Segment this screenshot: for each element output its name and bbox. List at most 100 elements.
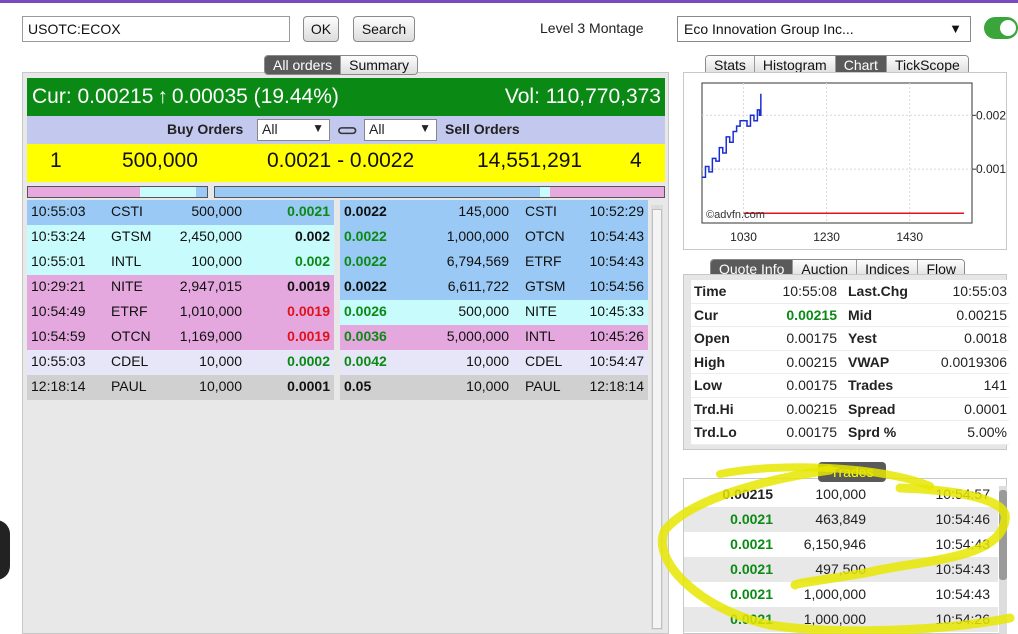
buy-order-row[interactable]: 10:55:03 CSTI 500,000 0.0021: [27, 200, 334, 225]
trade-price: 0.0021: [730, 561, 773, 577]
price-chart: 1030 1230 1430 0.002 0.001 ©advfn.com: [701, 82, 1006, 244]
trade-time: 10:54:43: [935, 561, 991, 577]
quote-value: 0.0001: [964, 400, 1007, 417]
quote-info-row: Low 0.00175 Trades 141: [691, 374, 1009, 398]
quote-info-table: Time 10:55:08 Last.Chg 10:55:03 Cur 0.00215 Mi…: [691, 280, 1009, 445]
x-tick-label: 1030: [730, 230, 757, 244]
sell-order-row[interactable]: 0.05 10,000 PAUL 12:18:14: [340, 375, 648, 400]
buy-filter-select[interactable]: All ▼: [257, 119, 330, 141]
chevron-down-icon: ▼: [419, 121, 431, 135]
trade-time: 10:54:43: [935, 536, 991, 552]
live-toggle[interactable]: [984, 17, 1018, 39]
x-tick-label: 1230: [813, 230, 840, 244]
sell-order-row[interactable]: 0.0022 145,000 CSTI 10:52:29: [340, 200, 648, 225]
quote-value: 0.0019306: [940, 353, 1007, 370]
quote-label: Low: [694, 377, 722, 393]
buy-order-row[interactable]: 10:55:01 INTL 100,000 0.002: [27, 250, 334, 275]
scrollbar-thumb[interactable]: [652, 209, 662, 629]
market-maker: OTCN: [525, 228, 565, 244]
volume: Vol: 110,770,373: [504, 85, 661, 108]
order-time: 10:55:01: [31, 253, 86, 269]
quote-value: 0.00175: [786, 377, 837, 393]
trade-row: 0.0021 497,500 10:54:43: [684, 557, 998, 582]
sell-depth-segment: [550, 187, 664, 197]
buy-order-row[interactable]: 12:18:14 PAUL 10,000 0.0001: [27, 375, 334, 400]
order-size: 2,947,015: [179, 278, 242, 294]
current-price-bar: Cur: 0.00215 ↑ 0.00035 (19.44%) Vol: 110,7…: [27, 78, 665, 116]
sell-order-row[interactable]: 0.0026 500,000 NITE 10:45:33: [340, 300, 648, 325]
quote-value: 0.00215: [786, 400, 837, 417]
market-maker: NITE: [525, 303, 557, 319]
market-maker: GTSM: [525, 278, 566, 294]
toggle-knob: [1000, 20, 1016, 36]
buy-order-row[interactable]: 10:54:49 ETRF 1,010,000 0.0019: [27, 300, 334, 325]
order-price: 0.0019: [287, 328, 330, 344]
company-select[interactable]: Eco Innovation Group Inc... ▼: [677, 16, 971, 42]
market-maker: INTL: [525, 328, 556, 344]
window-top-border: [0, 0, 1018, 3]
link-icon[interactable]: ⊂⊃: [337, 122, 358, 139]
buy-order-row[interactable]: 10:53:24 GTSM 2,450,000 0.002: [27, 225, 334, 250]
quote-info-row: Open 0.00175 Yest 0.0018: [691, 327, 1009, 351]
trade-row: 0.00215 100,000 10:54:57: [684, 482, 998, 507]
buy-order-row[interactable]: 10:55:03 CDEL 10,000 0.0002: [27, 350, 334, 375]
montage-label: Level 3 Montage: [540, 20, 644, 36]
arrow-up-icon: ↑: [157, 85, 168, 108]
quote-label: Open: [694, 330, 730, 346]
price-change: 0.00035 (19.44%): [171, 85, 339, 108]
quote-value: 0.00175: [786, 330, 837, 346]
search-button[interactable]: Search: [353, 16, 415, 42]
sell-order-row[interactable]: 0.0042 10,000 CDEL 10:54:47: [340, 350, 648, 375]
order-book-scrollbar[interactable]: [651, 205, 663, 630]
chevron-down-icon: ▼: [949, 21, 962, 36]
trade-price: 0.0021: [730, 536, 773, 552]
buy-order-row[interactable]: 10:29:21 NITE 2,947,015 0.0019: [27, 275, 334, 300]
sell-order-row[interactable]: 0.0036 5,000,000 INTL 10:45:26: [340, 325, 648, 350]
order-size: 5,000,000: [446, 328, 509, 344]
quote-label: Trades: [848, 377, 894, 393]
ok-button[interactable]: OK: [303, 16, 339, 42]
order-size: 10,000: [199, 378, 242, 394]
order-time: 10:54:43: [589, 228, 645, 244]
order-price: 0.0022: [344, 228, 387, 244]
market-maker: CDEL: [525, 353, 563, 369]
order-time: 10:52:29: [589, 203, 645, 219]
left_tabs-all-orders[interactable]: All orders: [265, 56, 342, 74]
sell-order-row[interactable]: 0.0022 6,794,569 ETRF 10:54:43: [340, 250, 648, 275]
buy-orders-list: 10:55:03 CSTI 500,000 0.0021 10:53:24 GTSM 2,4…: [27, 200, 334, 400]
order-price: 0.0042: [344, 353, 387, 369]
trades-scrollbar[interactable]: [999, 486, 1007, 634]
chart-panel: 1030 1230 1430 0.002 0.001 ©advfn.com: [683, 72, 1007, 250]
sell-order-row[interactable]: 0.0022 1,000,000 OTCN 10:54:43: [340, 225, 648, 250]
order-size: 10,000: [466, 353, 509, 369]
order-price: 0.05: [344, 378, 372, 394]
order-size: 1,169,000: [179, 328, 242, 344]
trade-price: 0.0021: [730, 586, 773, 602]
order-time: 10:45:26: [589, 328, 645, 344]
quote-info-row: Trd.Hi 0.00215 Spread 0.0001: [691, 398, 1009, 421]
quote-value: 5.00%: [967, 424, 1007, 440]
current-price: Cur: 0.00215: [32, 85, 154, 108]
buy-orders-label: Buy Orders: [167, 121, 244, 137]
sell-orders-list: 0.0022 145,000 CSTI 10:52:29 0.0022 1,000,000…: [340, 200, 648, 400]
market-maker: GTSM: [111, 228, 152, 244]
trade-time: 10:54:43: [935, 586, 991, 602]
order-time: 10:54:47: [589, 353, 645, 369]
buy-total-size: 500,000: [122, 149, 198, 172]
trade-size: 463,849: [815, 511, 866, 527]
left_tabs-summary[interactable]: Summary: [341, 56, 418, 74]
quote-info-row: Cur 0.00215 Mid 0.00215: [691, 304, 1009, 327]
trade-size: 1,000,000: [803, 611, 866, 627]
order-price: 0.0022: [344, 278, 387, 294]
order-size: 500,000: [458, 303, 509, 319]
buy-depth-segment: [140, 187, 196, 197]
sell-filter-select[interactable]: All ▼: [364, 119, 437, 141]
order-size: 10,000: [199, 353, 242, 369]
buy-depth-segment: [196, 187, 207, 197]
buy-order-row[interactable]: 10:54:59 OTCN 1,169,000 0.0019: [27, 325, 334, 350]
trade-row: 0.0021 463,849 10:54:46: [684, 507, 998, 532]
order-size: 6,794,569: [446, 253, 509, 269]
sell-order-row[interactable]: 0.0022 6,611,722 GTSM 10:54:56: [340, 275, 648, 300]
scrollbar-thumb[interactable]: [999, 490, 1007, 580]
symbol-input[interactable]: [22, 16, 290, 42]
